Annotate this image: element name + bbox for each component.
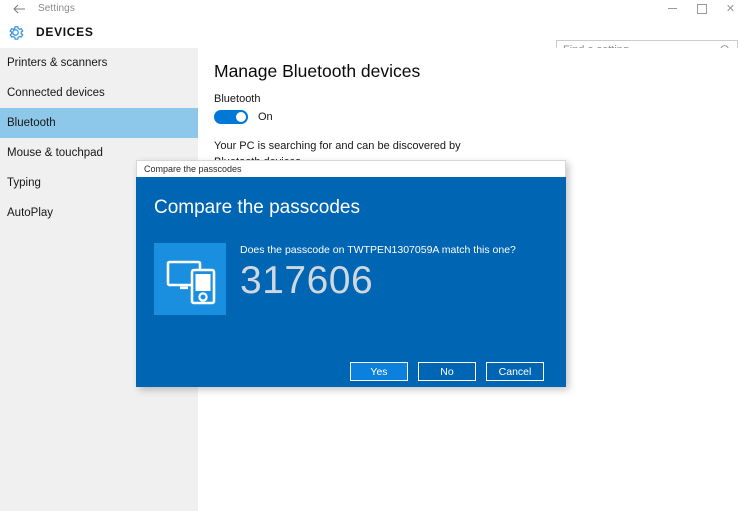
- window-title: Settings: [38, 3, 75, 14]
- dialog-question: Does the passcode on TWTPEN1307059A matc…: [240, 244, 516, 256]
- passcode-value: 317606: [240, 259, 374, 302]
- settings-window: Settings ✕ DEVICES Find a setting: [0, 0, 745, 511]
- dialog-body: Compare the passcodes Does the passcode …: [136, 177, 566, 387]
- sidebar-item-label: Typing: [7, 177, 41, 189]
- dialog-button-row: Yes No Cancel: [136, 362, 566, 381]
- gear-icon: [6, 23, 25, 42]
- toggle-state-label: On: [258, 111, 273, 123]
- dialog-titlebar-label: Compare the passcodes: [144, 164, 242, 174]
- dialog-heading: Compare the passcodes: [154, 197, 360, 218]
- gear-glyph: [9, 26, 24, 40]
- sidebar-item-label: Connected devices: [7, 87, 105, 99]
- dialog-titlebar: Compare the passcodes: [136, 160, 566, 177]
- back-arrow-icon[interactable]: [8, 1, 30, 16]
- sidebar-item-label: Bluetooth: [7, 117, 56, 129]
- pc-and-phone-glyph: [166, 260, 216, 305]
- content-heading: Manage Bluetooth devices: [214, 61, 421, 81]
- sidebar-item-bluetooth[interactable]: Bluetooth: [0, 108, 198, 138]
- sidebar-item-label: AutoPlay: [7, 207, 54, 219]
- page-header: DEVICES Find a setting: [0, 17, 745, 60]
- sidebar-item-connected-devices[interactable]: Connected devices: [0, 78, 198, 108]
- bluetooth-label: Bluetooth: [214, 93, 261, 105]
- sidebar-item-label: Printers & scanners: [7, 57, 108, 69]
- yes-button[interactable]: Yes: [350, 362, 408, 381]
- toggle-knob: [236, 112, 246, 122]
- minimize-button[interactable]: [658, 0, 687, 17]
- pc-and-phone-icon: [154, 243, 226, 315]
- window-controls: ✕: [658, 0, 745, 17]
- compare-passcodes-dialog: Compare the passcodes Compare the passco…: [136, 160, 566, 387]
- sidebar-item-label: Mouse & touchpad: [7, 147, 103, 159]
- sidebar-item-printers-and-scanners[interactable]: Printers & scanners: [0, 48, 198, 78]
- window-titlebar: Settings ✕: [0, 0, 745, 17]
- cancel-button[interactable]: Cancel: [486, 362, 544, 381]
- no-button[interactable]: No: [418, 362, 476, 381]
- page-title-devices: DEVICES: [36, 25, 94, 39]
- maximize-button[interactable]: [687, 0, 716, 17]
- bluetooth-toggle[interactable]: [214, 110, 248, 124]
- close-button[interactable]: ✕: [716, 0, 745, 17]
- bluetooth-toggle-row: On: [214, 110, 273, 124]
- back-arrow-glyph: [12, 4, 25, 13]
